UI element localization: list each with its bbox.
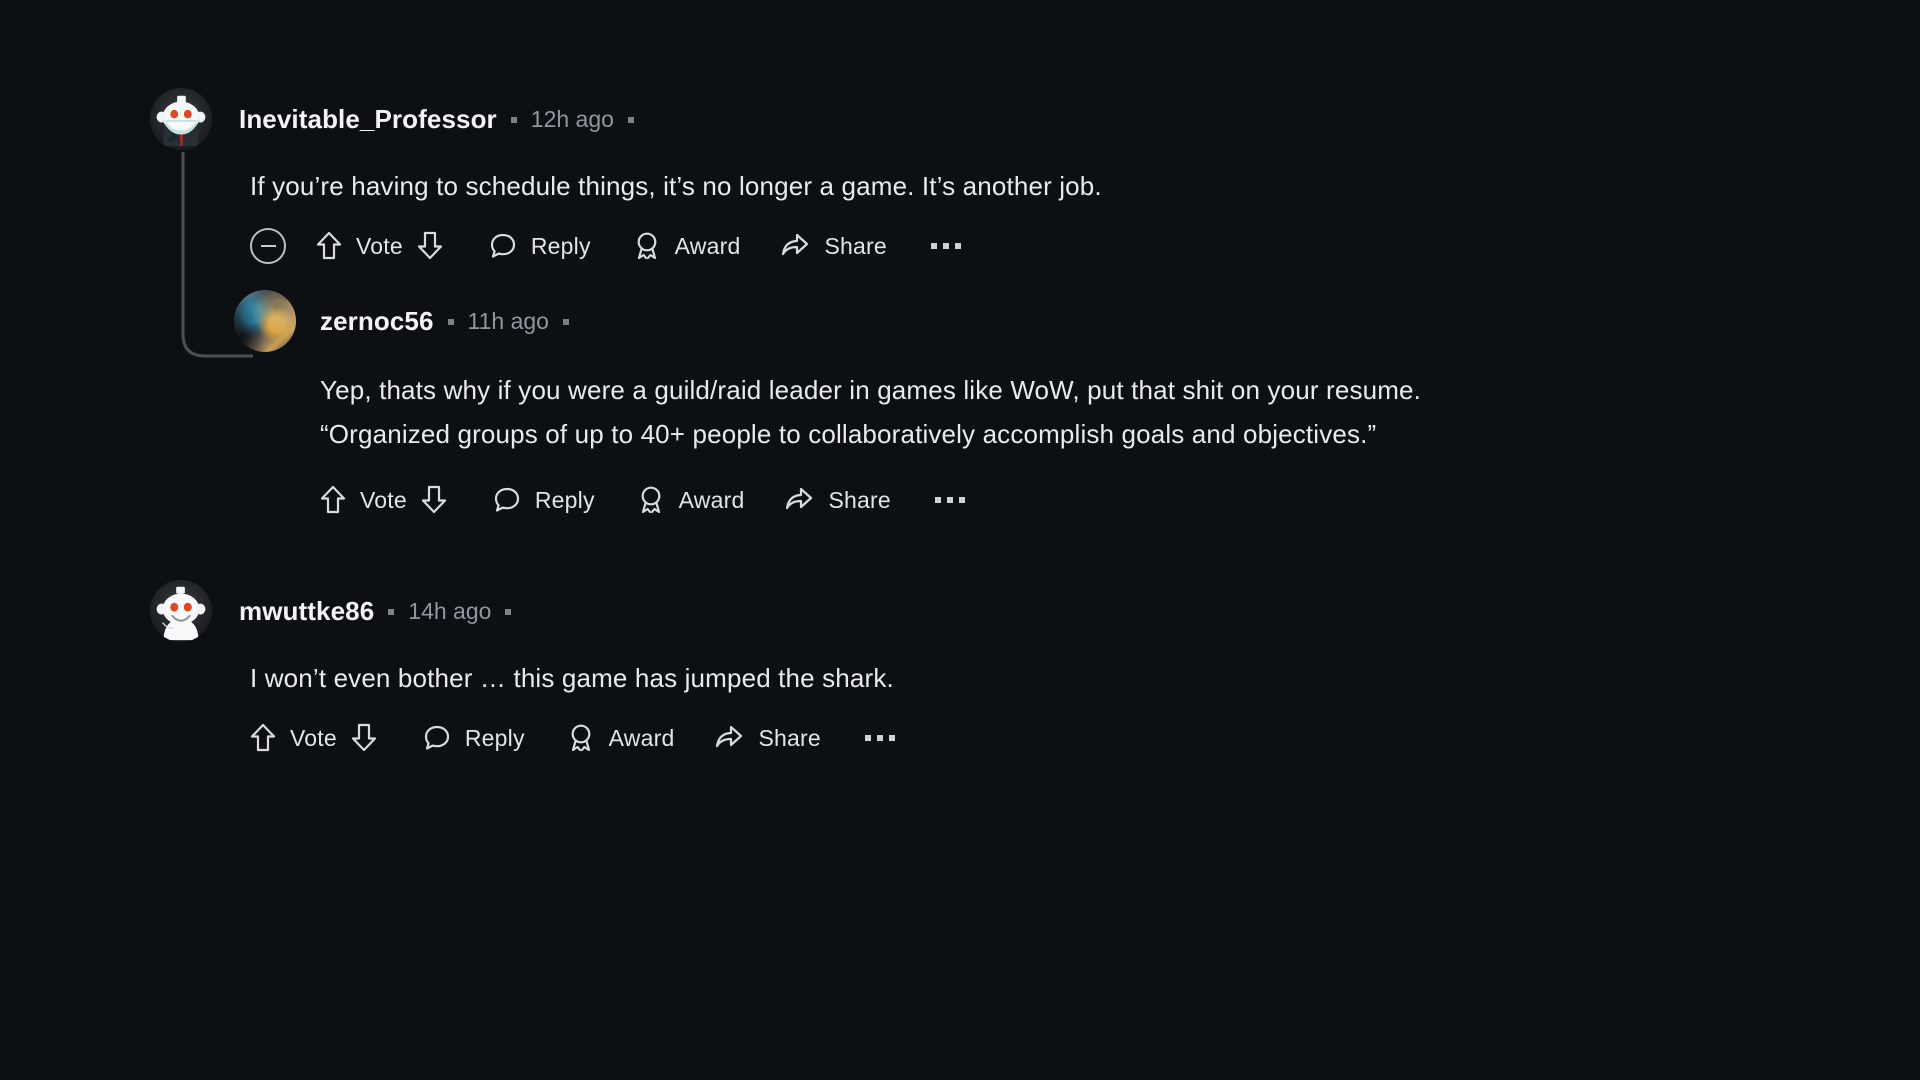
downvote-arrow-icon[interactable] (421, 485, 447, 515)
vote-label: Vote (290, 724, 337, 751)
share-arrow-icon (780, 232, 810, 260)
custom-artwork-avatar-icon (234, 290, 296, 352)
share-button[interactable]: Share (780, 224, 887, 268)
upvote-arrow-icon[interactable] (316, 231, 342, 261)
ellipsis-icon (864, 735, 871, 741)
ellipsis-icon (888, 735, 895, 741)
award-button[interactable]: Award (637, 478, 745, 522)
separator-dot (388, 609, 395, 615)
comment-thread: Inevitable_Professor 12h ago If you’re h… (0, 0, 1920, 1080)
comment-paragraph: Yep, thats why if you were a guild/raid … (320, 375, 1422, 405)
comment-body: If you’re having to schedule things, it’… (150, 152, 1850, 208)
separator-dot (505, 609, 512, 615)
reply-button[interactable]: Reply (489, 224, 591, 268)
more-options-button[interactable] (864, 735, 895, 741)
share-label: Share (824, 232, 887, 259)
share-label: Share (758, 724, 821, 751)
ellipsis-icon (934, 497, 941, 503)
comment-item: Inevitable_Professor 12h ago If you’re h… (150, 86, 1920, 278)
ellipsis-icon (930, 243, 937, 249)
comment-item: zernoc56 11h ago Yep, thats why if you w… (234, 278, 1920, 532)
reply-button[interactable]: Reply (423, 716, 525, 760)
avatar[interactable] (234, 290, 296, 352)
vote-group: Vote (250, 723, 377, 753)
comment-bubble-icon (423, 724, 451, 752)
ellipsis-icon (958, 497, 965, 503)
comment-bubble-icon (493, 486, 521, 514)
vote-label: Vote (360, 486, 407, 513)
ellipsis-icon (942, 243, 949, 249)
award-label: Award (608, 724, 675, 751)
minus-circle-icon (260, 245, 276, 247)
comment-header: Inevitable_Professor 12h ago (150, 86, 1920, 152)
separator-dot (562, 319, 569, 325)
comment-timestamp: 14h ago (408, 597, 492, 624)
downvote-arrow-icon[interactable] (351, 723, 377, 753)
separator-dot (627, 117, 634, 123)
share-arrow-icon (784, 486, 814, 514)
reply-label: Reply (534, 486, 595, 513)
more-options-button[interactable] (930, 243, 961, 249)
more-options-button[interactable] (934, 497, 965, 503)
separator-dot (510, 117, 517, 123)
snoo-masked-avatar-icon (150, 88, 212, 150)
comment-item: mwuttke86 14h ago I won’t even bother … … (150, 578, 1920, 770)
comment-body: I won’t even bother … this game has jump… (150, 644, 1850, 700)
upvote-arrow-icon[interactable] (250, 723, 276, 753)
comment-timestamp: 12h ago (530, 105, 614, 132)
comment-paragraph: “Organized groups of up to 40+ people to… (320, 419, 1377, 449)
comment-author[interactable]: Inevitable_Professor (239, 104, 497, 135)
comment-header: zernoc56 11h ago (234, 288, 1920, 354)
award-label: Award (678, 486, 745, 513)
upvote-arrow-icon[interactable] (320, 485, 346, 515)
award-medal-icon (637, 485, 665, 515)
comment-body: Yep, thats why if you were a guild/raid … (234, 354, 1920, 456)
separator-dot (447, 319, 454, 325)
ellipsis-icon (946, 497, 953, 503)
award-label: Award (674, 232, 741, 259)
reply-button[interactable]: Reply (493, 478, 595, 522)
collapse-thread-button[interactable] (250, 228, 286, 264)
comment-author[interactable]: mwuttke86 (239, 596, 374, 627)
avatar[interactable] (150, 580, 212, 642)
share-arrow-icon (714, 724, 744, 752)
downvote-arrow-icon[interactable] (417, 231, 443, 261)
ellipsis-icon (876, 735, 883, 741)
comment-actions: Vote Reply Award Share (234, 468, 1920, 532)
comment-bubble-icon (489, 232, 517, 260)
comment-author[interactable]: zernoc56 (320, 306, 434, 337)
award-button[interactable]: Award (567, 716, 675, 760)
comment-timestamp: 11h ago (467, 307, 549, 334)
share-label: Share (828, 486, 891, 513)
vote-group: Vote (320, 485, 447, 515)
comment-paragraph: I won’t even bother … this game has jump… (250, 663, 894, 693)
comment-paragraph: If you’re having to schedule things, it’… (250, 171, 1102, 201)
reply-label: Reply (464, 724, 525, 751)
reply-label: Reply (530, 232, 591, 259)
award-medal-icon (567, 723, 595, 753)
ellipsis-icon (954, 243, 961, 249)
snoo-default-avatar-icon (150, 580, 212, 642)
comment-header: mwuttke86 14h ago (150, 578, 1920, 644)
comment-actions: Vote Reply Award Share (150, 706, 1920, 770)
avatar[interactable] (150, 88, 212, 150)
share-button[interactable]: Share (784, 478, 891, 522)
share-button[interactable]: Share (714, 716, 821, 760)
comment-actions: Vote Reply Award Share (150, 214, 1920, 278)
vote-group: Vote (316, 231, 443, 261)
award-button[interactable]: Award (633, 224, 741, 268)
vote-label: Vote (356, 232, 403, 259)
award-medal-icon (633, 231, 661, 261)
